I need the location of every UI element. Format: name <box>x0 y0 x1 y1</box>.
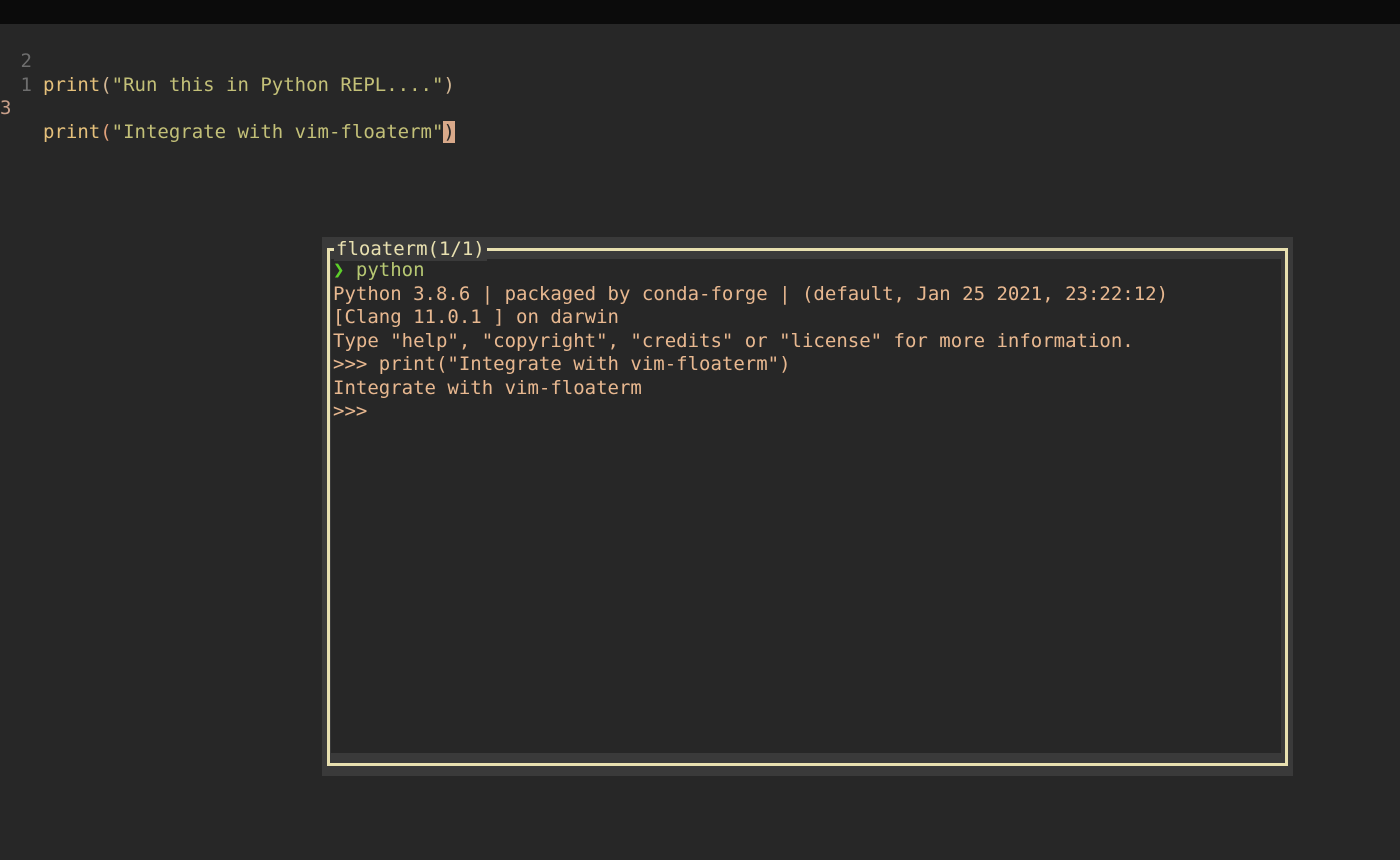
prompt-arrow-icon: ❯ <box>333 259 345 281</box>
editor-line-current: 3 print("Integrate with vim-floaterm") <box>0 72 455 143</box>
code-text[interactable]: print("Integrate with vim-floaterm") <box>43 120 455 144</box>
line-number-current: 3 <box>0 97 12 119</box>
terminal-output: ❯ python Python 3.8.6 | packaged by cond… <box>333 259 1273 424</box>
code-function: print <box>43 121 101 143</box>
prompt-command: python <box>355 259 425 281</box>
code-open-paren-match: ( <box>100 121 112 143</box>
terminal-repl-prompt[interactable]: >>> <box>333 400 1273 424</box>
floaterm-window[interactable]: ❯ python Python 3.8.6 | packaged by cond… <box>322 237 1293 776</box>
code-string: "Integrate with vim-floaterm" <box>111 121 444 143</box>
code-function: print <box>43 74 101 96</box>
editor-line: 2 print("Run this in Python REPL....") <box>0 25 455 96</box>
terminal-line: [Clang 11.0.1 ] on darwin <box>333 306 619 328</box>
terminal-prompt-line: ❯ python <box>333 259 1273 283</box>
top-bar <box>0 0 1400 24</box>
code-close-paren: ) <box>443 74 455 96</box>
cursor-close-paren: ) <box>443 121 455 143</box>
floaterm-terminal[interactable]: ❯ python Python 3.8.6 | packaged by cond… <box>331 259 1281 753</box>
floaterm-title: floaterm(1/1) <box>334 237 487 261</box>
code-open-paren: ( <box>100 74 112 96</box>
terminal-line: Type "help", "copyright", "credits" or "… <box>333 329 1134 352</box>
code-text[interactable]: print("Run this in Python REPL....") <box>43 73 455 97</box>
terminal-line: Python 3.8.6 | packaged by conda-forge |… <box>333 282 1169 305</box>
terminal-line: Integrate with vim-floaterm <box>333 376 642 399</box>
terminal-line: >>> print("Integrate with vim-floaterm") <box>333 353 791 375</box>
code-string: "Run this in Python REPL...." <box>111 74 444 96</box>
editor-line: 1 <box>0 49 46 96</box>
